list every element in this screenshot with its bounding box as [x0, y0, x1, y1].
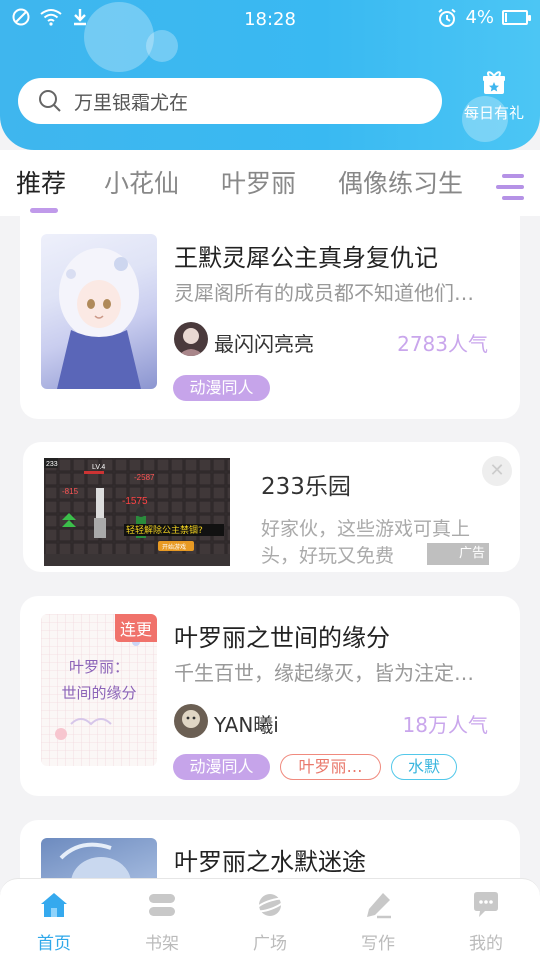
tab-xiaohuaxian[interactable]: 小花仙	[104, 164, 179, 200]
gift-icon	[483, 71, 505, 94]
author-avatar[interactable]	[174, 322, 208, 356]
author-name[interactable]: YAN曦i	[214, 709, 279, 738]
close-icon[interactable]: ✕	[482, 456, 512, 486]
ad-image: 233 LV.4 -2587 -1575 -815 轻轻解除公主禁锢? 开始游戏	[44, 458, 230, 566]
ad-level-text: LV.4	[92, 464, 105, 471]
chat-bubble-icon	[474, 892, 498, 917]
story-cover	[41, 234, 157, 389]
author-avatar[interactable]	[174, 704, 208, 738]
ad-card[interactable]: 233 LV.4 -2587 -1575 -815 轻轻解除公主禁锢? 开始游戏…	[23, 442, 520, 572]
author-name[interactable]: 最闪闪亮亮	[214, 328, 314, 357]
popularity-count: 18万人气	[402, 713, 488, 737]
search-placeholder: 万里银霜尤在	[74, 91, 189, 114]
ad-start-text: 开始游戏	[162, 543, 186, 551]
nav-square[interactable]: 广场	[216, 879, 324, 960]
update-badge: 连更	[114, 614, 157, 642]
search-bar[interactable]: 万里银霜尤在	[18, 78, 442, 124]
nav-write[interactable]: 写作	[324, 879, 432, 960]
tag[interactable]: 动漫同人	[173, 375, 270, 401]
ad-label: 广告	[427, 543, 489, 565]
bookshelf-icon	[149, 894, 175, 916]
nav-mine[interactable]: 我的	[432, 879, 540, 960]
nav-write-label: 写作	[361, 934, 395, 954]
nav-home-label: 首页	[37, 934, 71, 954]
home-icon	[41, 893, 67, 917]
tag[interactable]: 叶罗丽…	[280, 754, 381, 780]
story-cover: 叶罗丽： 世间的缘分 连更	[41, 614, 157, 766]
category-tabs: 推荐 小花仙 叶罗丽 偶像练习生	[0, 150, 540, 216]
daily-gift-button[interactable]: 每日有礼	[456, 70, 532, 123]
nav-bookshelf-label: 书架	[145, 934, 179, 954]
nav-bookshelf[interactable]: 书架	[108, 879, 216, 960]
cover-illustration	[57, 248, 141, 389]
menu-icon[interactable]	[496, 174, 526, 202]
story-description: 灵犀阁所有的成员都不知道他们…	[174, 281, 474, 305]
status-bar: 18:28 4%	[0, 0, 540, 40]
header: 18:28 4% 万里银霜尤在 每日有礼	[0, 0, 540, 150]
story-card[interactable]: 叶罗丽： 世间的缘分 连更 叶罗丽之世间的缘分 千生百世，缘起缘灭，皆为注定… …	[20, 596, 520, 796]
popularity-count: 2783人气	[397, 332, 488, 356]
story-card[interactable]: 王默灵犀公主真身复仇记 灵犀阁所有的成员都不知道他们… 最闪闪亮亮 2783人气…	[20, 216, 520, 419]
planet-icon	[255, 894, 285, 916]
search-icon	[39, 90, 61, 112]
active-tab-indicator	[30, 208, 58, 213]
story-title: 叶罗丽之世间的缘分	[174, 624, 390, 652]
story-description: 千生百世，缘起缘灭，皆为注定…	[174, 661, 474, 685]
daily-gift-label: 每日有礼	[463, 104, 524, 122]
cover-title: 叶罗丽： 世间的缘分	[61, 658, 137, 702]
battery-percent: 4%	[465, 7, 494, 28]
battery-icon	[502, 10, 531, 25]
ad-corner-text: 233	[46, 461, 58, 468]
tag[interactable]: 动漫同人	[173, 754, 270, 780]
story-title: 叶罗丽之水默迷途	[174, 848, 366, 876]
bottom-navigation: 首页 书架 广场 写作 我的	[0, 878, 540, 960]
tab-idol-trainee[interactable]: 偶像练习生	[338, 164, 463, 200]
ad-damage-1: -2587	[134, 473, 155, 482]
alarm-icon	[438, 8, 457, 27]
tab-yeluoli[interactable]: 叶罗丽	[221, 164, 296, 200]
tab-recommend[interactable]: 推荐	[16, 164, 66, 200]
story-title: 王默灵犀公主真身复仇记	[174, 244, 438, 272]
ad-title: 233乐园	[261, 474, 351, 500]
tag[interactable]: 水默	[391, 754, 457, 780]
nav-home[interactable]: 首页	[0, 879, 108, 960]
nav-mine-label: 我的	[469, 934, 503, 954]
nav-square-label: 广场	[253, 934, 287, 954]
ad-banner-text: 轻轻解除公主禁锢?	[126, 524, 203, 536]
ad-damage-3: -815	[62, 487, 79, 496]
pen-icon	[367, 893, 391, 919]
ad-damage-2: -1575	[122, 496, 148, 507]
